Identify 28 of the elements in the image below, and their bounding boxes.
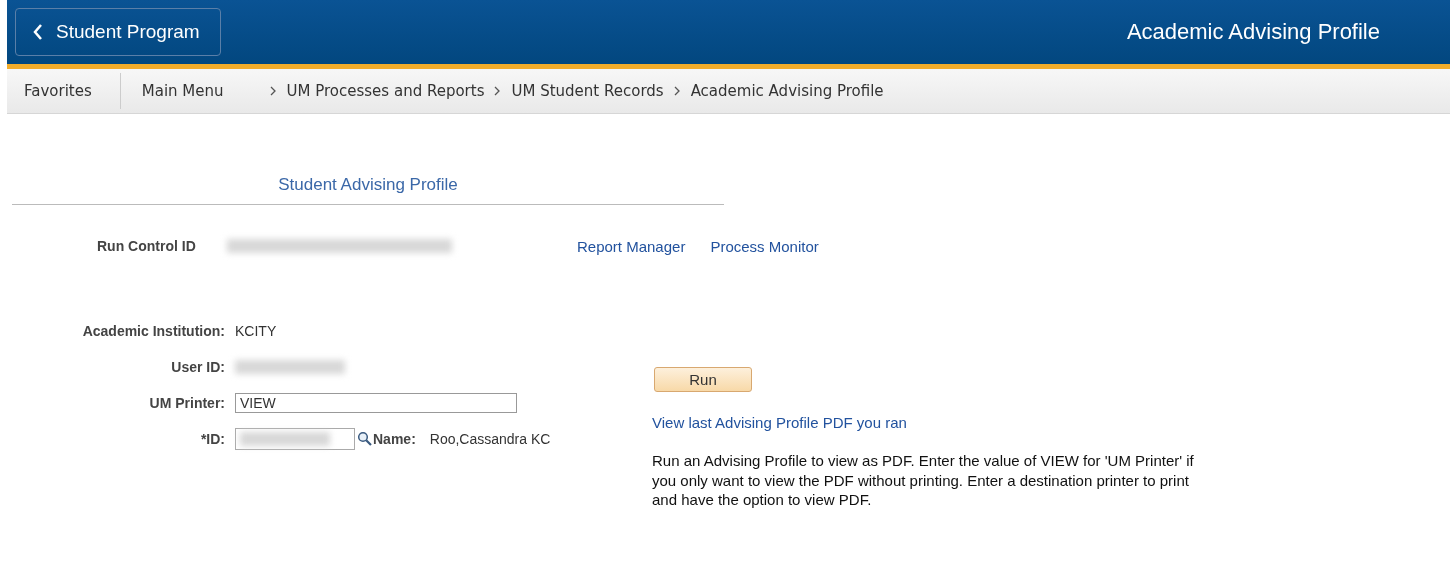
main-menu[interactable]: Main Menu — [120, 82, 260, 100]
field-label: UM Printer: — [148, 395, 225, 411]
field-label: Academic Institution: — [81, 323, 225, 339]
field-label: *ID: — [199, 431, 225, 447]
field-label: Run Control ID — [97, 238, 197, 254]
search-icon[interactable] — [357, 431, 373, 447]
link[interactable]: Report Manager — [577, 237, 686, 255]
input-field[interactable]: VIEW — [235, 393, 517, 413]
field-label: User ID: — [170, 359, 225, 375]
chevron-right-icon — [673, 86, 681, 96]
pdf-link[interactable]: View last Advising Profile PDF you ran — [652, 414, 1202, 431]
field-value: KCITY — [235, 323, 277, 339]
breadcrumb-link[interactable]: Academic Advising Profile — [690, 82, 884, 100]
section-title: Student Advising Profile — [278, 175, 458, 194]
chevron-left-icon — [32, 23, 44, 41]
chevron-right-icon — [494, 86, 502, 96]
link[interactable]: Process Monitor — [710, 237, 819, 255]
favorites-menu[interactable]: Favorites — [7, 73, 121, 109]
field-label: Name: — [373, 431, 416, 447]
back-button[interactable]: Student Program — [15, 8, 221, 56]
input-field[interactable] — [235, 428, 355, 450]
breadcrumb-link[interactable]: UM Student Records — [511, 82, 664, 100]
breadcrumb-link[interactable]: UM Processes and Reports — [286, 82, 485, 100]
run-button[interactable]: Run — [654, 367, 752, 392]
help-text: Run an Advising Profile to view as PDF. Enter the value of VIEW for 'UM Printer' if you only want to view the PDF without printing. Enter a destination printer to print and have the option to view PDF. — [652, 451, 1195, 510]
page-title: Academic Advising Profile — [1126, 19, 1380, 45]
chevron-right-icon — [269, 86, 277, 96]
field-value: Roo,Cassandra KC — [429, 431, 551, 447]
